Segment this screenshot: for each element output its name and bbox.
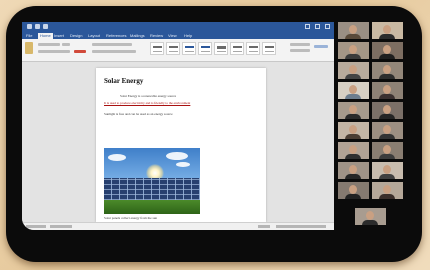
style-normal[interactable] (150, 42, 164, 55)
style-emphasis[interactable] (246, 42, 260, 55)
font-name-select[interactable] (38, 43, 60, 46)
save-icon[interactable] (27, 24, 32, 29)
participant-video-tile[interactable] (372, 142, 403, 159)
style-heading2[interactable] (198, 42, 212, 55)
participant-video-tile[interactable] (372, 62, 403, 79)
word-count-status (50, 225, 72, 228)
participant-video-tile[interactable] (338, 42, 369, 59)
ribbon-home (22, 39, 334, 62)
participant-video-tile[interactable] (355, 208, 386, 225)
tab-review[interactable]: Review (150, 33, 163, 38)
zoom-slider[interactable] (276, 225, 326, 228)
document-line-3: Sunlight is free and can be used as an e… (104, 112, 173, 116)
tab-insert[interactable]: Insert (54, 33, 64, 38)
participant-video-tile[interactable] (372, 162, 403, 179)
participant-video-tile[interactable] (338, 182, 369, 199)
paste-icon[interactable] (25, 42, 33, 54)
status-bar (22, 222, 334, 230)
participant-video-tile[interactable] (372, 42, 403, 59)
dictate-button[interactable] (314, 45, 328, 48)
font-size-select[interactable] (62, 43, 70, 46)
participants-panel (338, 22, 406, 232)
cloud-shape (166, 152, 188, 160)
participant-video-tile[interactable] (338, 142, 369, 159)
style-subtitle[interactable] (230, 42, 244, 55)
tab-layout[interactable]: Layout (88, 33, 100, 38)
maximize-icon[interactable] (315, 24, 320, 29)
tab-file[interactable]: File (26, 33, 32, 38)
tab-mailings[interactable]: Mailings (130, 33, 145, 38)
participant-video-tile[interactable] (338, 82, 369, 99)
word-window: File Home Insert Design Layout Reference… (22, 22, 334, 230)
image-caption: Solar panels collect energy from the sun (104, 216, 158, 220)
ribbon-tabs: File Home Insert Design Layout Reference… (22, 32, 334, 39)
cloud-shape (108, 154, 126, 161)
document-heading: Solar Energy (104, 77, 144, 85)
paragraph-align-buttons[interactable] (92, 50, 136, 53)
font-color-icon[interactable] (74, 50, 86, 53)
participant-video-tile[interactable] (338, 62, 369, 79)
participant-video-tile[interactable] (338, 122, 369, 139)
replace-button[interactable] (290, 49, 310, 52)
undo-icon[interactable] (35, 24, 40, 29)
document-line-1: Solar Energy is a renewable energy sourc… (120, 94, 177, 98)
close-icon[interactable] (325, 24, 330, 29)
participant-video-tile[interactable] (338, 102, 369, 119)
document-line-2: It is used to produce electricity and is… (104, 101, 191, 105)
document-page[interactable]: Solar Energy Solar Energy is a renewable… (96, 68, 266, 222)
participant-video-tile[interactable] (372, 82, 403, 99)
solar-panel-image[interactable] (104, 148, 200, 214)
redo-icon[interactable] (43, 24, 48, 29)
participant-video-tile[interactable] (338, 162, 369, 179)
style-strong[interactable] (262, 42, 276, 55)
quick-access-toolbar (27, 24, 48, 29)
participant-video-tile[interactable] (372, 182, 403, 199)
view-mode-buttons[interactable] (258, 225, 270, 228)
paragraph-list-buttons[interactable] (92, 43, 132, 46)
participant-video-tile[interactable] (372, 102, 403, 119)
page-count-status (26, 225, 46, 228)
grass-shape (104, 200, 200, 214)
participant-video-tile[interactable] (338, 22, 369, 39)
solar-panels-shape (104, 178, 200, 200)
style-heading1[interactable] (182, 42, 196, 55)
minimize-icon[interactable] (305, 24, 310, 29)
participant-video-tile[interactable] (372, 22, 403, 39)
find-button[interactable] (290, 43, 310, 46)
participant-video-tile[interactable] (372, 122, 403, 139)
document-area: Solar Energy Solar Energy is a renewable… (22, 62, 334, 222)
style-no-spacing[interactable] (166, 42, 180, 55)
tab-design[interactable]: Design (70, 33, 82, 38)
title-bar (22, 22, 334, 32)
cloud-shape (176, 162, 190, 167)
tab-view[interactable]: View (168, 33, 177, 38)
tab-references[interactable]: References (106, 33, 126, 38)
font-format-buttons[interactable] (38, 50, 70, 53)
tab-help[interactable]: Help (184, 33, 192, 38)
window-controls (305, 24, 330, 29)
style-title[interactable] (214, 42, 228, 55)
